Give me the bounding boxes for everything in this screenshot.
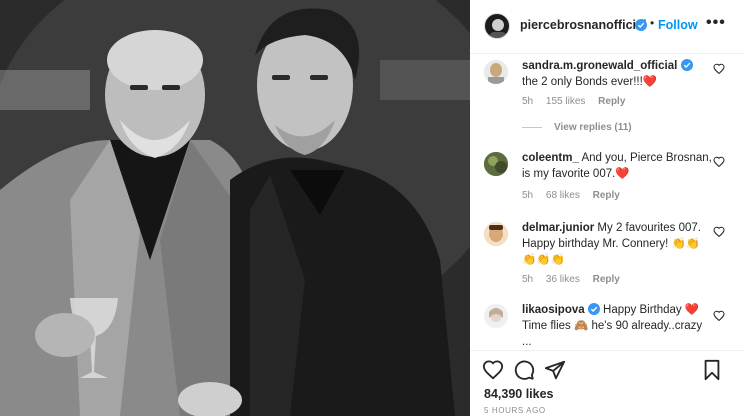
comment-age: 5h [522,274,534,285]
photo-illustration [0,0,470,416]
commenter-username[interactable]: sandra.m.gronewald_official [522,60,677,72]
verified-badge-icon [587,303,600,315]
comment-text: coleentm_ And you, Pierce Brosnan, is my… [522,150,712,182]
author-username[interactable]: piercebrosnanofficial [520,18,646,32]
post-timestamp: 5 HOURS AGO [484,406,546,415]
comment-body-part2: Time flies [522,320,571,332]
comment-text: likaosipova Happy Birthday ❤️ Time flies… [522,302,712,350]
post-likes-count[interactable]: 84,390 likes [484,387,554,401]
commenter-username[interactable]: likaosipova [522,304,585,316]
reply-button[interactable]: Reply [593,190,620,201]
heart-emoji: ❤️ [615,168,630,180]
post-header: piercebrosnanofficial • Follow ••• [470,0,744,54]
replies-divider-line [522,126,542,128]
comment-meta: 5h 68 likes Reply [522,190,630,201]
post-side-panel: piercebrosnanofficial • Follow ••• sandr… [470,0,744,416]
comment-age: 5h [522,190,534,201]
comment-likes-count[interactable]: 155 likes [546,96,585,107]
heart-emoji: ❤️ [642,76,658,88]
view-replies-button[interactable]: View replies (11) [522,122,632,133]
commenter-avatar[interactable] [484,222,508,246]
view-replies-label: View replies (11) [554,122,632,133]
comment-like-heart-icon[interactable] [713,310,725,322]
reply-button[interactable]: Reply [598,96,625,107]
bookmark-icon[interactable] [701,359,723,381]
comment-meta: 5h 155 likes Reply [522,96,635,107]
header-separator: • [650,16,655,30]
heart-icon[interactable] [482,359,504,381]
comment-like-heart-icon[interactable] [713,63,725,75]
comment-likes-count[interactable]: 36 likes [546,274,580,285]
monkey-emoji: 🙈 [573,320,589,332]
comment-likes-count[interactable]: 68 likes [546,190,580,201]
follow-button[interactable]: Follow [658,18,698,32]
verified-badge-icon [680,59,693,71]
verified-badge-icon [635,19,647,31]
comment-body: the 2 only Bonds ever!!! [522,76,643,88]
comment-age: 5h [522,96,534,107]
comment-icon[interactable] [513,359,535,381]
commenter-username[interactable]: coleentm_ [522,152,579,164]
comment-meta: 5h 36 likes Reply [522,274,630,285]
commenter-avatar[interactable] [484,152,508,176]
heart-emoji: ❤️ [684,304,700,316]
reply-button[interactable]: Reply [593,274,620,285]
comment-text: sandra.m.gronewald_official the 2 only B… [522,58,712,90]
commenter-username[interactable]: delmar.junior [522,222,594,234]
post-photo [0,0,470,416]
commenter-avatar[interactable] [484,304,508,328]
comment-text: delmar.junior My 2 favourites 007. Happy… [522,220,712,268]
post-actions-bar: 84,390 likes 5 HOURS AGO [470,350,744,416]
author-avatar[interactable] [484,13,510,39]
commenter-avatar[interactable] [484,60,508,84]
comment-body-part1: Happy Birthday [603,304,682,316]
comment-like-heart-icon[interactable] [713,226,725,238]
more-options-button[interactable]: ••• [706,14,726,32]
share-icon[interactable] [544,359,566,381]
comment-like-heart-icon[interactable] [713,156,725,168]
